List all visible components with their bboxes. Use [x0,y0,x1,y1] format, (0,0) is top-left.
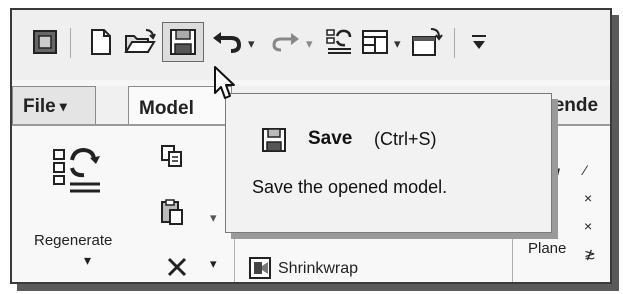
customize-icon[interactable] [462,24,496,60]
windows-dropdown-arrow[interactable]: ▾ [394,36,401,52]
regenerate-icon[interactable] [322,24,356,60]
undo-dropdown-arrow[interactable]: ▾ [248,36,255,52]
save-icon[interactable] [162,22,204,62]
delete-dropdown-arrow[interactable]: ▾ [210,256,217,272]
save-icon [261,127,287,158]
regenerate-large-icon[interactable] [48,146,106,201]
shrinkwrap-icon[interactable] [248,256,272,282]
window-icon[interactable] [28,24,62,60]
datum-tools-icon[interactable]: ⁄ × × ≵ [584,156,596,268]
windows-icon[interactable] [358,24,392,60]
tab-file[interactable]: File ▾ [12,86,96,126]
new-file-icon[interactable] [84,24,118,60]
toolbar-separator [454,28,455,58]
redo-dropdown-arrow[interactable]: ▾ [306,36,313,52]
mouse-pointer-icon [213,65,235,106]
close-window-icon[interactable] [410,24,444,60]
delete-icon[interactable] [166,256,188,282]
redo-icon[interactable] [268,24,302,60]
tooltip-shortcut: (Ctrl+S) [374,129,437,149]
shrinkwrap-label[interactable]: Shrinkwrap [278,260,358,278]
tab-file-label: File [23,95,56,117]
tab-model-label: Model [139,97,194,119]
tooltip-title: Save [308,128,353,149]
regenerate-dropdown-arrow[interactable]: ▾ [84,252,91,269]
plane-label[interactable]: Plane [528,240,566,257]
toolbar-separator [70,28,71,58]
regenerate-label[interactable]: Regenerate [34,232,112,249]
save-tooltip: Save (Ctrl+S) Save the opened model. [225,93,552,233]
paste-icon[interactable] [160,198,186,231]
paste-dropdown-arrow[interactable]: ▾ [210,210,217,226]
undo-icon[interactable] [210,24,244,60]
open-folder-icon[interactable] [124,24,158,60]
chevron-down-icon: ▾ [59,98,67,114]
quick-access-toolbar: ▾ ▾ ▾ [12,10,610,80]
creo-window: ▾ ▾ ▾ File ▾ Model Rende Regenerate ▾ ▾ … [10,8,612,284]
tooltip-description: Save the opened model. [252,177,448,197]
copy-icon[interactable] [160,144,184,173]
